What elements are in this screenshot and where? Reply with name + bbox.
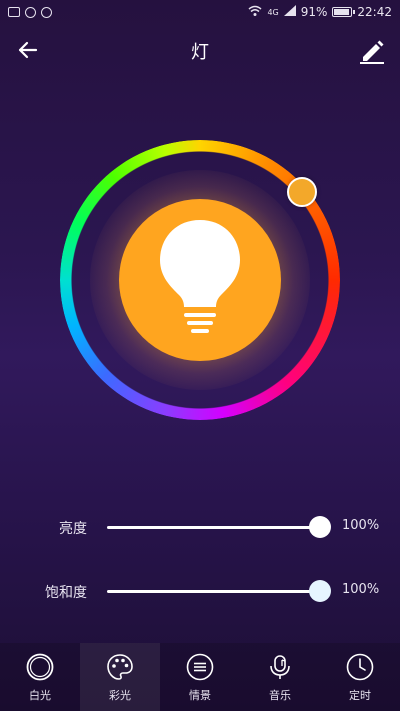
nav-label: 音乐 bbox=[269, 689, 291, 702]
status-bar: 4G 91% 22:42 bbox=[0, 0, 400, 24]
scene-icon bbox=[186, 653, 214, 681]
nav-label: 彩光 bbox=[109, 689, 131, 702]
nav-item-timer[interactable]: 定时 bbox=[320, 643, 400, 711]
nav-label: 白光 bbox=[29, 689, 51, 702]
battery-icon bbox=[332, 7, 356, 17]
brightness-slider-track[interactable] bbox=[107, 526, 320, 529]
palette-icon bbox=[107, 654, 133, 680]
nav-item-color-light[interactable]: 彩光 bbox=[80, 643, 160, 711]
system-status: 4G 91% 22:42 bbox=[248, 5, 392, 20]
clock-icon bbox=[346, 653, 374, 681]
saturation-value: 100% bbox=[342, 582, 380, 597]
saturation-slider-knob[interactable] bbox=[309, 580, 331, 602]
bottom-nav: 白光 彩光 情景 音乐 定时 bbox=[0, 643, 400, 711]
color-wheel[interactable] bbox=[60, 140, 340, 420]
microphone-icon bbox=[270, 655, 290, 679]
page-title: 灯 bbox=[191, 42, 209, 63]
battery-percent: 91% bbox=[300, 5, 328, 19]
nav-item-music[interactable]: 音乐 bbox=[240, 643, 320, 711]
hue-selector-handle[interactable] bbox=[287, 177, 317, 207]
clock-time: 22:42 bbox=[357, 5, 392, 19]
saturation-label: 饱和度 bbox=[45, 585, 87, 601]
saturation-slider-row: 饱和度 100% bbox=[0, 576, 400, 606]
image-notification-icon bbox=[8, 7, 20, 17]
brightness-slider-knob[interactable] bbox=[309, 516, 331, 538]
app-header: 灯 bbox=[0, 24, 400, 78]
brightness-label: 亮度 bbox=[59, 521, 87, 537]
nav-label: 定时 bbox=[349, 689, 371, 702]
network-type: 4G bbox=[267, 7, 279, 17]
nav-label: 情景 bbox=[189, 689, 211, 702]
brightness-value: 100% bbox=[342, 518, 380, 533]
message-notification-icon bbox=[41, 6, 52, 18]
signal-icon bbox=[283, 5, 296, 19]
battery-level bbox=[334, 9, 349, 15]
nav-item-scene[interactable]: 情景 bbox=[160, 643, 240, 711]
wifi-icon bbox=[248, 5, 262, 20]
saturation-slider-track[interactable] bbox=[107, 590, 320, 593]
nav-item-white-light[interactable]: 白光 bbox=[0, 643, 80, 711]
lightbulb-icon bbox=[160, 220, 240, 333]
brightness-slider-row: 亮度 100% bbox=[0, 512, 400, 542]
chat-notification-icon bbox=[25, 6, 36, 18]
edit-button[interactable] bbox=[358, 36, 386, 64]
notification-icons bbox=[8, 6, 52, 18]
circle-icon bbox=[26, 653, 54, 681]
pencil-icon bbox=[360, 40, 384, 64]
